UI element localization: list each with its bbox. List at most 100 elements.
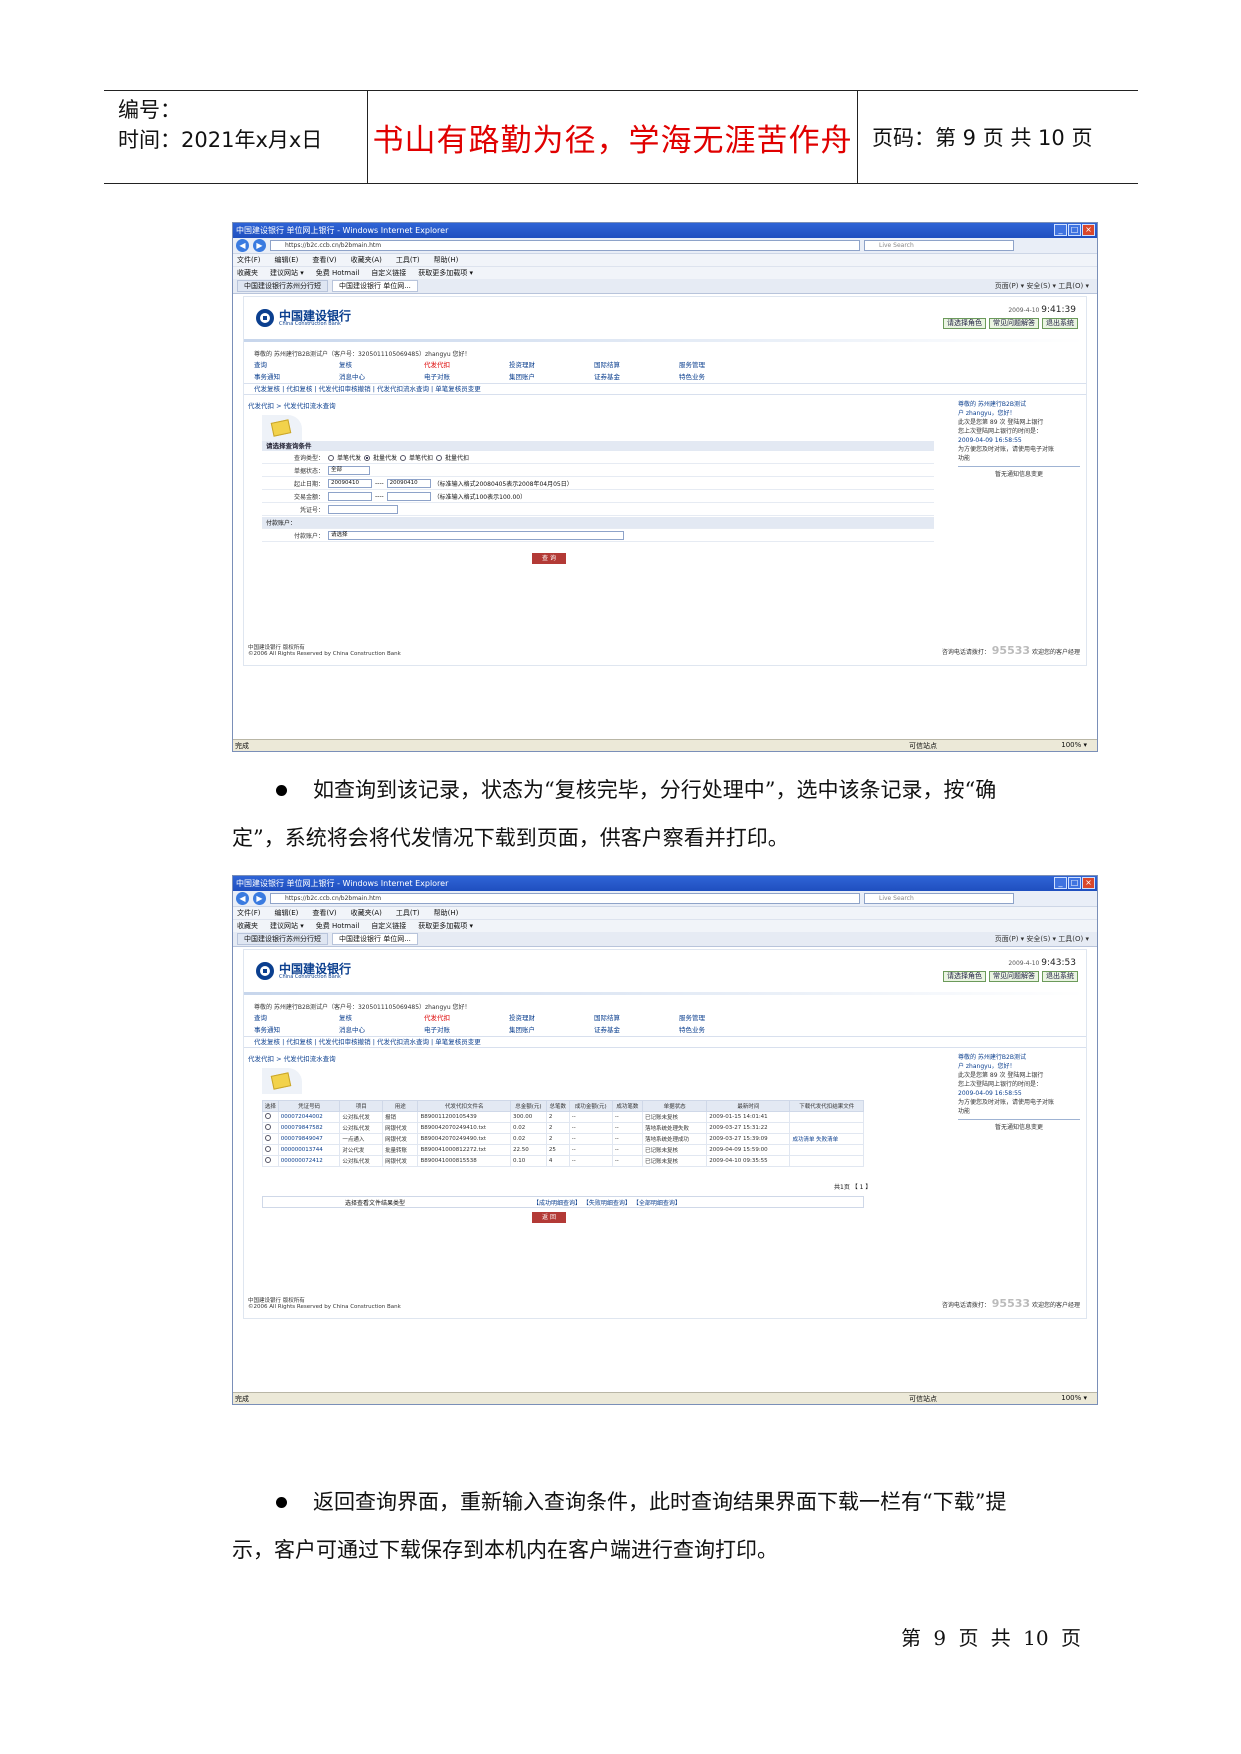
table-row[interactable]: 000079847582 公对私代发 网银代发 B890042070249410.tx… bbox=[262, 1122, 864, 1134]
search-input[interactable]: Live Search bbox=[864, 893, 1014, 904]
nav-item[interactable]: 服务管理 bbox=[679, 1012, 764, 1022]
date-from-input[interactable]: 20090410 bbox=[328, 479, 372, 488]
role-select[interactable]: 请选择角色 bbox=[943, 318, 986, 329]
back-icon[interactable]: ◀ bbox=[236, 892, 249, 905]
menu-tools[interactable]: 工具(T) bbox=[396, 908, 420, 918]
fav-item[interactable]: 自定义链接 bbox=[371, 268, 406, 278]
radio-icon[interactable] bbox=[265, 1146, 271, 1152]
back-button[interactable]: 返 回 bbox=[532, 1212, 566, 1223]
nav-item[interactable]: 集团账户 bbox=[509, 1024, 594, 1034]
nav-item[interactable]: 代发代扣 bbox=[424, 1012, 509, 1022]
toolbar-right[interactable]: 页面(P) ▾ 安全(S) ▾ 工具(O) ▾ bbox=[995, 281, 1089, 291]
table-cell[interactable]: 成功清单 失败清单 bbox=[789, 1133, 864, 1145]
row-select-radio[interactable] bbox=[262, 1122, 279, 1134]
table-cell[interactable] bbox=[789, 1155, 864, 1167]
sub-nav[interactable]: 代发复核 | 代扣复核 | 代发代扣审核撤销 | 代发代扣流水查询 | 单笔复核… bbox=[244, 1036, 1086, 1048]
nav-item[interactable]: 电子对账 bbox=[424, 1024, 509, 1034]
tab-1[interactable]: 中国建设银行苏州分行短 bbox=[237, 280, 328, 292]
row-select-radio[interactable] bbox=[262, 1144, 279, 1156]
menu-file[interactable]: 文件(F) bbox=[237, 908, 261, 918]
menu-tools[interactable]: 工具(T) bbox=[396, 255, 420, 265]
search-input[interactable]: Live Search bbox=[864, 240, 1014, 251]
radio-icon[interactable] bbox=[400, 454, 407, 461]
nav-item[interactable]: 特色业务 bbox=[679, 1024, 764, 1034]
tab-1[interactable]: 中国建设银行苏州分行短 bbox=[237, 933, 328, 945]
table-row[interactable]: 000072044002 公对私代发 报销 B890011200105439 300.0… bbox=[262, 1111, 864, 1123]
nav-item[interactable]: 特色业务 bbox=[679, 371, 764, 381]
nav-item[interactable]: 复核 bbox=[339, 359, 424, 369]
nav-item[interactable]: 查询 bbox=[254, 359, 339, 369]
menu-file[interactable]: 文件(F) bbox=[237, 255, 261, 265]
fav-item[interactable]: 获取更多加载项 ▾ bbox=[418, 268, 473, 278]
menu-favorites[interactable]: 收藏夹(A) bbox=[351, 255, 382, 265]
back-icon[interactable]: ◀ bbox=[236, 239, 249, 252]
radio-icon[interactable] bbox=[265, 1135, 271, 1141]
logout-button[interactable]: 退出系统 bbox=[1042, 971, 1078, 982]
faq-button[interactable]: 常见问题解答 bbox=[989, 318, 1039, 329]
voucher-input[interactable] bbox=[328, 505, 398, 514]
maximize-icon[interactable]: □ bbox=[1068, 877, 1081, 889]
fav-item[interactable]: 建议网站 ▾ bbox=[270, 268, 304, 278]
radio-icon[interactable] bbox=[265, 1124, 271, 1130]
menu-favorites[interactable]: 收藏夹(A) bbox=[351, 908, 382, 918]
table-row[interactable]: 000000013744 对公代发 批量转账 B890041000812272.txt… bbox=[262, 1144, 864, 1156]
table-cell[interactable] bbox=[789, 1144, 864, 1156]
nav-item[interactable]: 消息中心 bbox=[339, 371, 424, 381]
nav-item[interactable]: 投资理财 bbox=[509, 359, 594, 369]
nav-item[interactable]: 电子对账 bbox=[424, 371, 509, 381]
download-links[interactable]: 【成功明细查询】 【失败明细查询】 【全部明细查询】 bbox=[413, 1198, 681, 1207]
nav-item[interactable]: 证券基金 bbox=[594, 1024, 679, 1034]
row-select-radio[interactable] bbox=[262, 1111, 279, 1123]
close-icon[interactable]: × bbox=[1082, 224, 1095, 236]
nav-item[interactable]: 代发代扣 bbox=[424, 359, 509, 369]
fav-item[interactable]: 免费 Hotmail bbox=[316, 268, 360, 278]
minimize-icon[interactable]: _ bbox=[1054, 224, 1067, 236]
pager[interactable]: 共1页 【 1 】 bbox=[834, 1182, 871, 1191]
maximize-icon[interactable]: □ bbox=[1068, 224, 1081, 236]
logout-button[interactable]: 退出系统 bbox=[1042, 318, 1078, 329]
amount-to-input[interactable] bbox=[386, 492, 431, 501]
role-select[interactable]: 请选择角色 bbox=[943, 971, 986, 982]
acct-select[interactable]: 请选择 bbox=[328, 531, 624, 540]
nav-item[interactable]: 查询 bbox=[254, 1012, 339, 1022]
menu-view[interactable]: 查看(V) bbox=[312, 255, 336, 265]
menu-help[interactable]: 帮助(H) bbox=[434, 255, 459, 265]
nav-item[interactable]: 投资理财 bbox=[509, 1012, 594, 1022]
menu-edit[interactable]: 编辑(E) bbox=[275, 908, 299, 918]
minimize-icon[interactable]: _ bbox=[1054, 877, 1067, 889]
forward-icon[interactable]: ▶ bbox=[253, 892, 266, 905]
forward-icon[interactable]: ▶ bbox=[253, 239, 266, 252]
query-button[interactable]: 查 询 bbox=[532, 553, 566, 564]
fav-item[interactable]: 自定义链接 bbox=[371, 921, 406, 931]
radio-icon[interactable] bbox=[328, 454, 334, 461]
tab-2[interactable]: 中国建设银行 单位网... bbox=[332, 933, 418, 945]
table-row[interactable]: 000000072412 公对私代发 网银代发 B890041000815538 0.1… bbox=[262, 1155, 864, 1167]
fav-item[interactable]: 收藏夹 bbox=[237, 268, 258, 278]
menu-view[interactable]: 查看(V) bbox=[312, 908, 336, 918]
fav-item[interactable]: 收藏夹 bbox=[237, 921, 258, 931]
nav-item[interactable]: 集团账户 bbox=[509, 371, 594, 381]
nav-item[interactable]: 事务通知 bbox=[254, 371, 339, 381]
amount-from-input[interactable] bbox=[328, 492, 372, 501]
zoom-control[interactable]: 100% ▾ bbox=[1061, 741, 1087, 749]
radio-icon[interactable] bbox=[265, 1113, 271, 1119]
nav-item[interactable]: 服务管理 bbox=[679, 359, 764, 369]
radio-icon[interactable] bbox=[436, 454, 443, 461]
menu-help[interactable]: 帮助(H) bbox=[434, 908, 459, 918]
status-select[interactable]: 全部 bbox=[328, 466, 370, 475]
date-to-input[interactable]: 20090410 bbox=[386, 479, 431, 488]
row-select-radio[interactable] bbox=[262, 1155, 279, 1167]
fav-item[interactable]: 获取更多加载项 ▾ bbox=[418, 921, 473, 931]
url-input[interactable]: https://b2c.ccb.cn/b2bmain.htm bbox=[270, 240, 860, 251]
close-icon[interactable]: × bbox=[1082, 877, 1095, 889]
radio-icon[interactable] bbox=[265, 1157, 271, 1163]
toolbar-right[interactable]: 页面(P) ▾ 安全(S) ▾ 工具(O) ▾ bbox=[995, 934, 1089, 944]
nav-item[interactable]: 国际结算 bbox=[594, 1012, 679, 1022]
table-cell[interactable] bbox=[789, 1111, 864, 1123]
nav-item[interactable]: 复核 bbox=[339, 1012, 424, 1022]
tab-2[interactable]: 中国建设银行 单位网... bbox=[332, 280, 418, 292]
zoom-control[interactable]: 100% ▾ bbox=[1061, 1394, 1087, 1402]
table-row[interactable]: 000079849047 一点通入 网银代发 B890042070249490.txt… bbox=[262, 1133, 864, 1145]
radio-icon[interactable] bbox=[364, 454, 371, 461]
nav-item[interactable]: 证券基金 bbox=[594, 371, 679, 381]
